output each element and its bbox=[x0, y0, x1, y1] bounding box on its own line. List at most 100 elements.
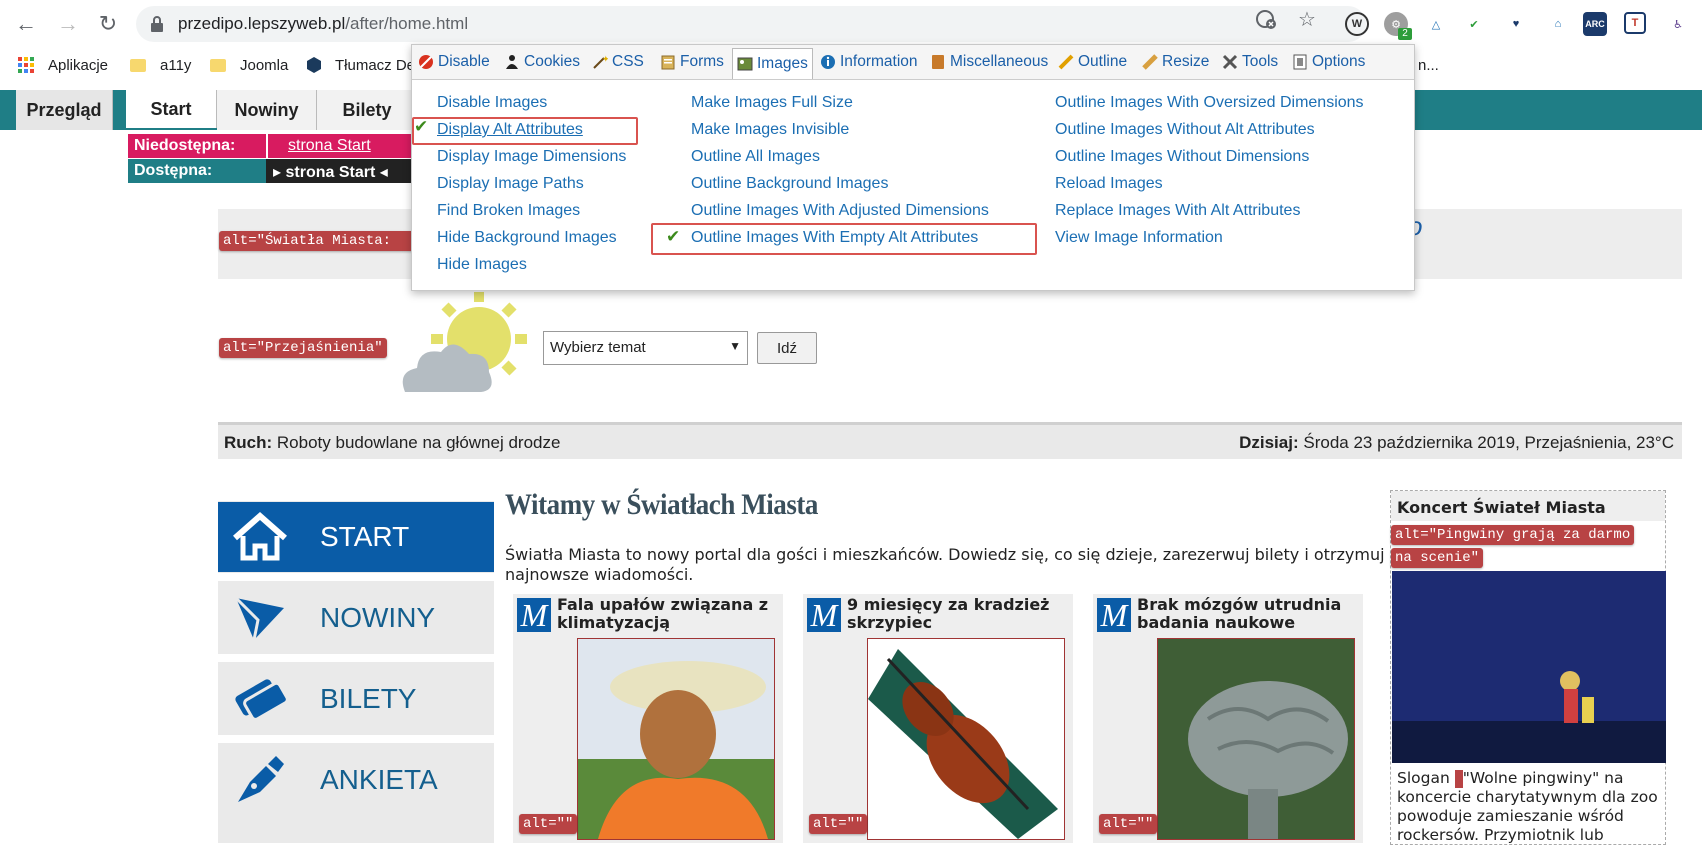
wd-tab-information[interactable]: Information bbox=[820, 49, 918, 75]
wd-outline-oversized[interactable]: Outline Images With Oversized Dimensions bbox=[1055, 94, 1364, 112]
available-link[interactable]: ▸ strona Start ◂ bbox=[273, 162, 388, 182]
wd-display-alt-attributes[interactable]: Display Alt Attributes bbox=[437, 121, 583, 139]
available-info: Dostępna: ▸ strona Start ◂ bbox=[128, 159, 428, 183]
nav-divider bbox=[218, 573, 494, 581]
heart-key-icon[interactable]: ♥ bbox=[1504, 12, 1528, 36]
unavailable-label: Niedostępna: bbox=[134, 137, 236, 154]
news-card-heatwave[interactable]: M Fala upałów związana z klimatyzacją al… bbox=[513, 594, 783, 843]
wd-tab-tools[interactable]: Tools bbox=[1222, 49, 1278, 75]
ruler-icon bbox=[1142, 54, 1158, 70]
back-button[interactable]: ← bbox=[12, 10, 40, 38]
wd-tab-options[interactable]: Options bbox=[1292, 49, 1365, 75]
weather-sun-cloud-icon bbox=[397, 292, 541, 409]
deepl-icon bbox=[307, 57, 321, 73]
screen-reader-icon[interactable]: ♿ bbox=[1666, 12, 1690, 36]
news-card-title[interactable]: 9 miesięcy za kradzież skrzypiec bbox=[847, 596, 1067, 632]
checkmark-icon: ✔ bbox=[666, 227, 681, 246]
cookies-icon bbox=[504, 54, 520, 70]
folder-icon bbox=[210, 58, 226, 72]
wd-outline-without-alt[interactable]: Outline Images Without Alt Attributes bbox=[1055, 121, 1315, 139]
checkmark-icon: ✔ bbox=[414, 117, 429, 136]
wd-tab-css[interactable]: ✦ CSS bbox=[592, 49, 644, 75]
wd-outline-background-images[interactable]: Outline Background Images bbox=[691, 175, 888, 193]
checker-icon[interactable]: ✔ bbox=[1462, 12, 1486, 36]
svg-text:✦: ✦ bbox=[602, 54, 608, 64]
bookmark-joomla[interactable]: Joomla bbox=[210, 54, 288, 76]
info-icon bbox=[820, 54, 836, 70]
wd-make-images-full-size[interactable]: Make Images Full Size bbox=[691, 94, 853, 112]
available-label: Dostępna: bbox=[134, 162, 213, 179]
tab-przeglad[interactable]: Przegląd bbox=[16, 90, 113, 130]
leftnav-ankieta[interactable]: ANKIETA bbox=[218, 745, 494, 815]
news-card-brains[interactable]: M Brak mózgów utrudnia badania naukowe a… bbox=[1093, 594, 1363, 843]
address-bar[interactable]: przedipo.lepszyweb.pl/after/home.html bbox=[136, 6, 1366, 42]
tab-start[interactable]: Start bbox=[126, 90, 217, 128]
m-logo-icon: M bbox=[807, 597, 841, 633]
blocked-extension-icon[interactable] bbox=[1255, 8, 1277, 30]
bookmark-more[interactable]: n... bbox=[1418, 54, 1439, 76]
star-icon[interactable]: ☆ bbox=[1296, 8, 1318, 31]
tab-bilety[interactable]: Bilety bbox=[317, 90, 418, 130]
news-card-title[interactable]: Brak mózgów utrudnia badania naukowe bbox=[1137, 596, 1357, 632]
wd-hide-images[interactable]: Hide Images bbox=[437, 256, 527, 274]
alt-badge-empty: alt="" bbox=[1099, 814, 1158, 834]
wd-tab-images[interactable]: Images bbox=[732, 48, 813, 79]
wd-outline-empty-alt[interactable]: Outline Images With Empty Alt Attributes bbox=[691, 229, 978, 247]
alt-badge-banner: alt="Światła Miasta: bbox=[219, 231, 417, 251]
wd-hide-background-images[interactable]: Hide Background Images bbox=[437, 229, 617, 247]
apps-grid-icon bbox=[18, 57, 34, 73]
m-logo-icon: M bbox=[1097, 597, 1131, 633]
arc-toolkit-icon[interactable]: ARC bbox=[1583, 12, 1607, 36]
wd-make-images-invisible[interactable]: Make Images Invisible bbox=[691, 121, 849, 139]
leftnav-start[interactable]: START bbox=[218, 502, 494, 572]
sidebox-title: Koncert Świateł Miasta bbox=[1397, 498, 1606, 517]
traffic-info: Ruch: Roboty budowlane na głównej drodze bbox=[224, 433, 561, 452]
url-text: przedipo.lepszyweb.pl/after/home.html bbox=[178, 14, 469, 33]
page-title: Witamy w Światłach Miasta bbox=[505, 488, 818, 521]
go-button[interactable]: Idź bbox=[757, 332, 817, 364]
wd-display-image-dimensions[interactable]: Display Image Dimensions bbox=[437, 148, 626, 166]
alt-badge-weather: alt="Przejaśnienia" bbox=[219, 338, 387, 358]
wd-outline-without-dimensions[interactable]: Outline Images Without Dimensions bbox=[1055, 148, 1309, 166]
wd-disable-images[interactable]: Disable Images bbox=[437, 94, 547, 112]
bookmark-translator[interactable]: Tłumacz De bbox=[307, 54, 415, 76]
concert-photo bbox=[1392, 571, 1666, 763]
wd-display-image-paths[interactable]: Display Image Paths bbox=[437, 175, 584, 193]
topic-select[interactable]: Wybierz temat ▼ bbox=[543, 331, 748, 365]
folder-icon bbox=[130, 58, 146, 72]
bookmark-apps[interactable]: Aplikacje bbox=[18, 54, 108, 76]
alt-marker bbox=[1454, 769, 1463, 788]
violin-photo bbox=[867, 638, 1065, 840]
css-wand-icon: ✦ bbox=[592, 54, 608, 70]
wd-replace-with-alt[interactable]: Replace Images With Alt Attributes bbox=[1055, 202, 1300, 220]
wd-find-broken-images[interactable]: Find Broken Images bbox=[437, 202, 580, 220]
news-card-title[interactable]: Fala upałów związana z klimatyzacją bbox=[557, 596, 777, 632]
wd-tab-forms[interactable]: Forms bbox=[660, 49, 724, 75]
wd-reload-images[interactable]: Reload Images bbox=[1055, 175, 1163, 193]
wd-tab-miscellaneous[interactable]: Miscellaneous bbox=[930, 49, 1048, 75]
leftnav-nowiny[interactable]: NOWINY bbox=[218, 583, 494, 653]
wd-view-image-information[interactable]: View Image Information bbox=[1055, 229, 1223, 247]
forward-button[interactable]: → bbox=[54, 10, 82, 38]
images-icon bbox=[737, 56, 753, 72]
unavailable-info: Niedostępna: strona Start bbox=[128, 134, 428, 158]
bookmark-a11y[interactable]: a11y bbox=[130, 54, 191, 76]
wd-outline-all-images[interactable]: Outline All Images bbox=[691, 148, 820, 166]
wd-outline-adjusted-dimensions[interactable]: Outline Images With Adjusted Dimensions bbox=[691, 202, 989, 220]
wd-tab-outline[interactable]: Outline bbox=[1058, 49, 1127, 75]
brain-photo bbox=[1157, 638, 1355, 840]
tab-icon[interactable]: T bbox=[1624, 12, 1646, 34]
reload-button[interactable]: ↻ bbox=[94, 10, 122, 38]
home-accessibility-icon[interactable]: ⌂ bbox=[1546, 12, 1570, 36]
leftnav-nowiny-label: NOWINY bbox=[320, 602, 436, 633]
wappalyzer-icon[interactable]: W bbox=[1345, 12, 1369, 36]
tab-nowiny[interactable]: Nowiny bbox=[217, 90, 317, 130]
unavailable-link[interactable]: strona Start bbox=[288, 137, 371, 155]
wd-tab-cookies[interactable]: Cookies bbox=[504, 49, 580, 75]
leftnav-bilety[interactable]: BILETY bbox=[218, 664, 494, 734]
wave-icon[interactable]: △ bbox=[1424, 12, 1448, 36]
wd-tab-disable[interactable]: Disable bbox=[418, 49, 490, 75]
wd-tab-resize[interactable]: Resize bbox=[1142, 49, 1209, 75]
news-card-violin[interactable]: M 9 miesięcy za kradzież skrzypiec alt="… bbox=[803, 594, 1073, 843]
select-arrow-icon: ▼ bbox=[729, 339, 741, 353]
